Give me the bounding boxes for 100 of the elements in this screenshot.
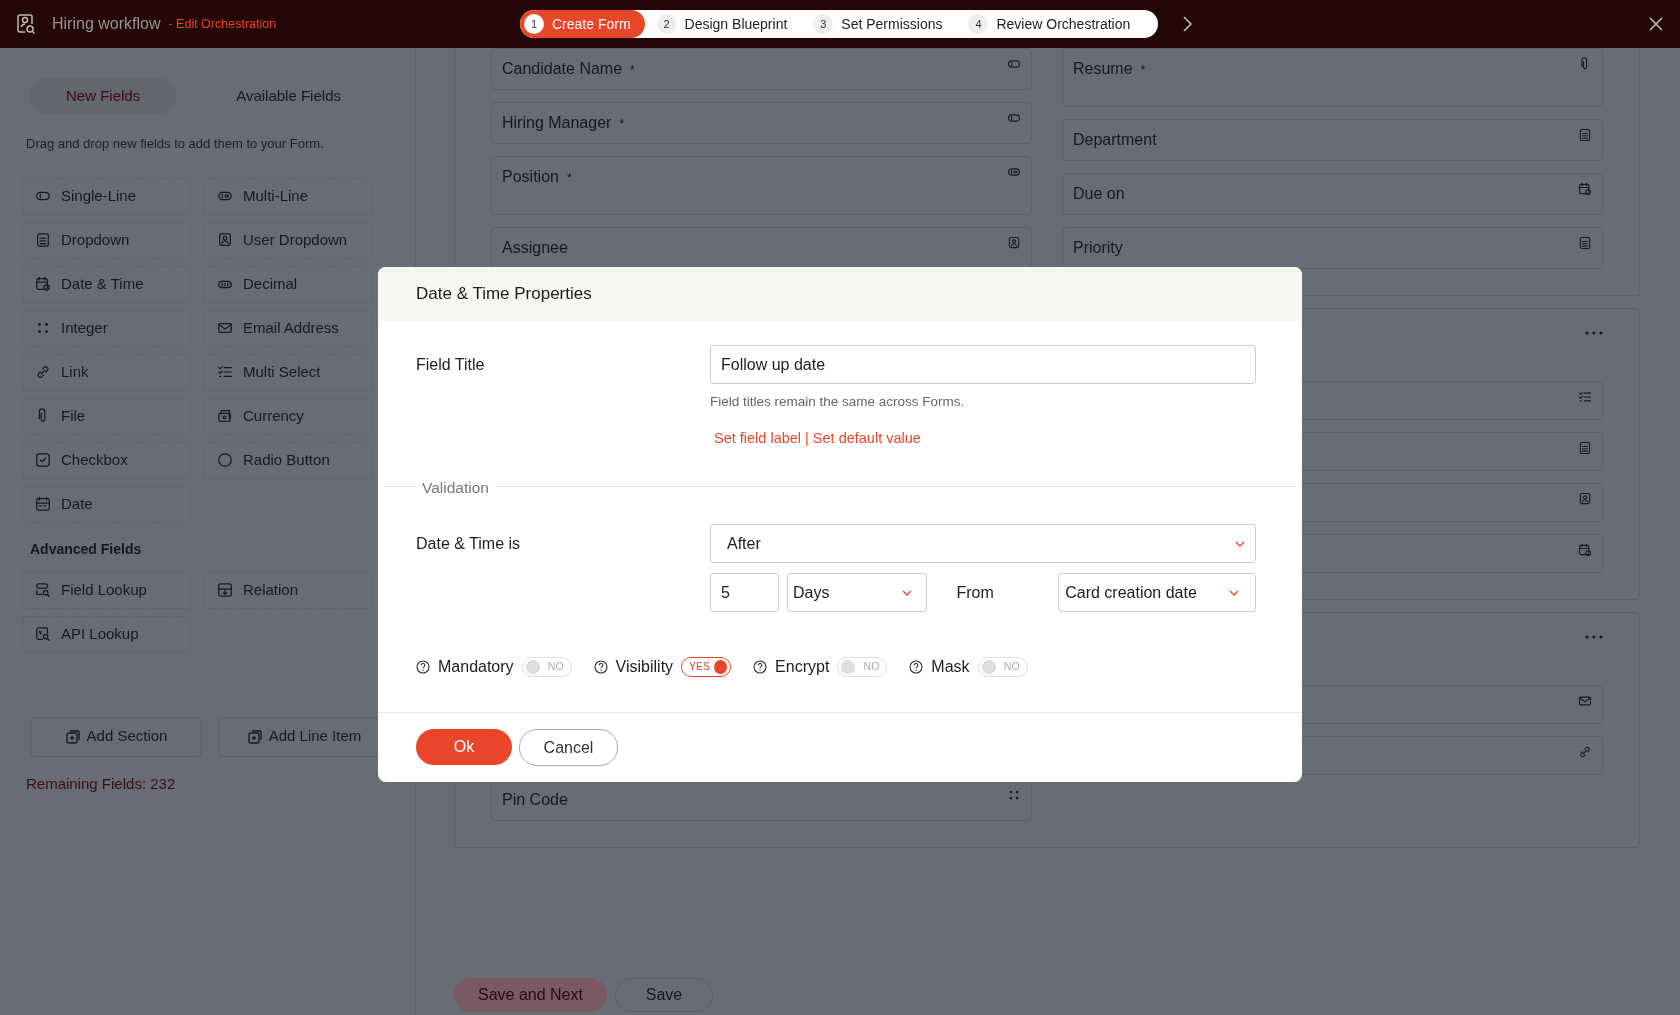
form-field[interactable]: Position * bbox=[491, 156, 1032, 215]
field-type-item[interactable]: Date & Time bbox=[22, 265, 191, 303]
help-icon bbox=[416, 660, 430, 674]
field-type-item[interactable]: Field Lookup bbox=[22, 571, 191, 609]
field-type-item[interactable]: Single-Line bbox=[22, 177, 191, 215]
chevron-right-icon[interactable] bbox=[1180, 15, 1194, 33]
checklist-icon bbox=[217, 364, 233, 380]
toggle-switch[interactable]: NO bbox=[521, 657, 572, 677]
help-icon bbox=[593, 660, 608, 674]
chevron-down-icon bbox=[1229, 589, 1239, 596]
circle-icon bbox=[217, 452, 233, 468]
field-type-item[interactable]: Relation bbox=[204, 571, 373, 609]
toggle-label: Mask bbox=[931, 657, 970, 677]
dot-grid-icon bbox=[35, 320, 51, 336]
chevron-down-icon bbox=[1235, 540, 1245, 547]
field-type-item[interactable]: Multi-Line bbox=[204, 177, 373, 215]
field-type-item[interactable]: Dropdown bbox=[22, 221, 191, 259]
toggle-switch[interactable]: NO bbox=[977, 657, 1028, 677]
workflow-title: Hiring workflow bbox=[52, 14, 161, 34]
field-type-item[interactable]: Link bbox=[22, 353, 191, 391]
from-label: From bbox=[956, 582, 995, 603]
field-label: Date & Time is bbox=[416, 534, 522, 554]
toggle-switch[interactable]: NO bbox=[837, 657, 888, 677]
toggle-switch[interactable]: YES bbox=[681, 657, 732, 677]
list-icon bbox=[1578, 441, 1592, 455]
text-field-icon bbox=[1007, 57, 1021, 71]
edit-orchestration-label: - Edit Orchestration bbox=[168, 15, 277, 33]
envelope-icon bbox=[217, 320, 233, 336]
dot-grid-icon bbox=[1007, 788, 1021, 802]
unit-select[interactable]: Days bbox=[787, 573, 928, 612]
calendar-clock-icon bbox=[1578, 543, 1592, 557]
cancel-button[interactable]: Cancel bbox=[519, 729, 618, 766]
toggle-label: Encrypt bbox=[775, 657, 830, 677]
amount-input[interactable]: 5 bbox=[710, 573, 779, 612]
field-tab[interactable]: Available Fields bbox=[200, 78, 377, 114]
hint-text: Drag and drop new fields to add them to your Form. bbox=[26, 135, 325, 153]
field-type-item[interactable]: Integer bbox=[22, 309, 191, 347]
save-next-button[interactable]: Save and Next bbox=[454, 978, 607, 1012]
text-field-icon bbox=[1007, 111, 1021, 125]
calendar-clock-icon bbox=[35, 276, 51, 292]
help-text: Field titles remain the same across Forms. bbox=[710, 393, 966, 411]
help-icon bbox=[753, 660, 768, 674]
field-type-item[interactable]: API Lookup bbox=[22, 615, 191, 653]
envelope-icon bbox=[1578, 694, 1592, 708]
form-field[interactable]: Due on bbox=[1062, 173, 1603, 215]
section-heading: Advanced Fields bbox=[30, 539, 143, 559]
link-separator: | bbox=[805, 429, 809, 449]
dialog-title: Date & Time Properties bbox=[416, 283, 592, 306]
step-tab[interactable]: 4 Review Orchestration bbox=[964, 10, 1145, 38]
close-icon[interactable] bbox=[1648, 16, 1664, 32]
lookup-icon bbox=[35, 582, 51, 598]
field-type-item[interactable]: Currency bbox=[204, 397, 373, 435]
link-icon bbox=[35, 364, 51, 380]
toggle-label: Visibility bbox=[615, 657, 674, 677]
condition-select[interactable]: After bbox=[710, 524, 1256, 563]
step-tab[interactable]: 3 Set Permissions bbox=[809, 10, 957, 38]
form-field[interactable]: Hiring Manager * bbox=[491, 102, 1032, 144]
property-link[interactable]: Set field label bbox=[714, 428, 802, 450]
step-tab[interactable]: 2 Design Blueprint bbox=[652, 10, 802, 38]
field-type-item[interactable]: Date bbox=[22, 485, 191, 523]
wallet-icon bbox=[217, 408, 233, 424]
add-button[interactable]: Add Section bbox=[30, 716, 202, 757]
remaining-count: Remaining Fields: 232 bbox=[26, 773, 177, 794]
checklist-icon bbox=[1578, 390, 1592, 404]
add-copy-icon bbox=[246, 728, 263, 745]
field-type-item[interactable]: Decimal bbox=[204, 265, 373, 303]
calendar-icon bbox=[35, 496, 51, 512]
chevron-down-icon bbox=[902, 589, 913, 596]
person-search-icon bbox=[16, 13, 36, 35]
form-field[interactable]: Candidate Name * bbox=[491, 48, 1032, 90]
ok-button[interactable]: Ok bbox=[416, 729, 512, 765]
reference-select[interactable]: Card creation date bbox=[1058, 573, 1256, 612]
text-area-icon bbox=[1007, 165, 1021, 179]
user-icon bbox=[1578, 492, 1592, 506]
list-icon bbox=[1578, 236, 1592, 250]
field-type-item[interactable]: Multi Select bbox=[204, 353, 373, 391]
list-icon bbox=[1578, 128, 1592, 142]
user-icon bbox=[217, 232, 233, 248]
calendar-clock-icon bbox=[1578, 182, 1592, 196]
checkbox-icon bbox=[35, 452, 51, 468]
user-icon bbox=[1007, 236, 1021, 250]
api-search-icon bbox=[35, 626, 51, 642]
relation-icon bbox=[217, 582, 233, 598]
form-field[interactable]: Department bbox=[1062, 119, 1603, 161]
field-type-item[interactable]: Checkbox bbox=[22, 441, 191, 479]
step-tab[interactable]: 1 Create Form bbox=[520, 10, 645, 38]
field-label: Field Title bbox=[416, 355, 486, 375]
field-title-input[interactable]: Follow up date bbox=[710, 345, 1256, 384]
field-type-item[interactable]: Email Address bbox=[204, 309, 373, 347]
add-copy-icon bbox=[64, 728, 81, 745]
property-link[interactable]: Set default value bbox=[812, 428, 921, 450]
field-tab[interactable]: New Fields bbox=[30, 78, 177, 114]
field-type-item[interactable]: Radio Button bbox=[204, 441, 373, 479]
field-type-item[interactable]: User Dropdown bbox=[204, 221, 373, 259]
help-icon bbox=[909, 660, 924, 674]
field-type-item[interactable]: File bbox=[22, 397, 191, 435]
link-icon bbox=[1578, 745, 1592, 759]
form-field[interactable]: Resume * bbox=[1062, 48, 1603, 107]
list-icon bbox=[35, 232, 51, 248]
toggle-label: Mandatory bbox=[438, 657, 514, 677]
